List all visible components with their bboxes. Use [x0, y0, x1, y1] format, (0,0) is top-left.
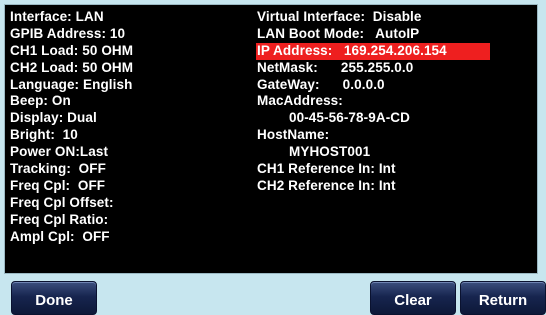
virtual-interface-setting: Virtual Interface: Disable [257, 9, 422, 24]
hostname-value: MYHOST001 [289, 144, 371, 160]
gateway-setting: GateWay: 0.0.0.0 [257, 76, 385, 92]
right-info-column: Virtual Interface: Disable LAN Boot Mode… [256, 9, 537, 195]
ip-address-setting[interactable]: IP Address: 169.254.206.154 [256, 42, 490, 60]
bright-setting: Bright: 10 [10, 127, 78, 143]
info-panel: Interface: LAN GPIB Address: 10 CH1 Load… [4, 4, 538, 274]
hostname-label: HostName: [257, 127, 330, 143]
gpib-address-setting: GPIB Address: 10 [10, 25, 126, 41]
freq-cpl-offset-setting: Freq Cpl Offset: [10, 194, 114, 210]
ampl-cpl-setting: Ampl Cpl: OFF [10, 228, 110, 244]
ch1-reference-setting: CH1 Reference In: Int [257, 161, 396, 177]
softkey-bar: Done Clear Return [0, 276, 546, 315]
interface-setting: Interface: LAN [10, 9, 104, 24]
freq-cpl-ratio-setting: Freq Cpl Ratio: [10, 211, 109, 227]
lan-boot-mode-setting: LAN Boot Mode: AutoIP [257, 25, 420, 41]
power-on-setting: Power ON:Last [10, 144, 109, 160]
ch1-load-setting: CH1 Load: 50 OHM [10, 42, 134, 58]
language-setting: Language: English [10, 76, 133, 92]
netmask-setting: NetMask: 255.255.0.0 [257, 59, 414, 75]
ch2-load-setting: CH2 Load: 50 OHM [10, 59, 134, 75]
mac-address-value: 00-45-56-78-9A-CD [289, 110, 410, 126]
done-button[interactable]: Done [11, 281, 97, 315]
return-button[interactable]: Return [460, 281, 546, 315]
clear-button[interactable]: Clear [370, 281, 456, 315]
beep-setting: Beep: On [10, 93, 71, 109]
ch2-reference-setting: CH2 Reference In: Int [257, 177, 396, 193]
display-setting: Display: Dual [10, 110, 97, 126]
tracking-setting: Tracking: OFF [10, 161, 106, 177]
system-info-screen: Interface: LAN GPIB Address: 10 CH1 Load… [0, 0, 546, 315]
mac-address-label: MacAddress: [257, 93, 343, 109]
freq-cpl-setting: Freq Cpl: OFF [10, 177, 106, 193]
left-info-column: Interface: LAN GPIB Address: 10 CH1 Load… [10, 9, 245, 245]
